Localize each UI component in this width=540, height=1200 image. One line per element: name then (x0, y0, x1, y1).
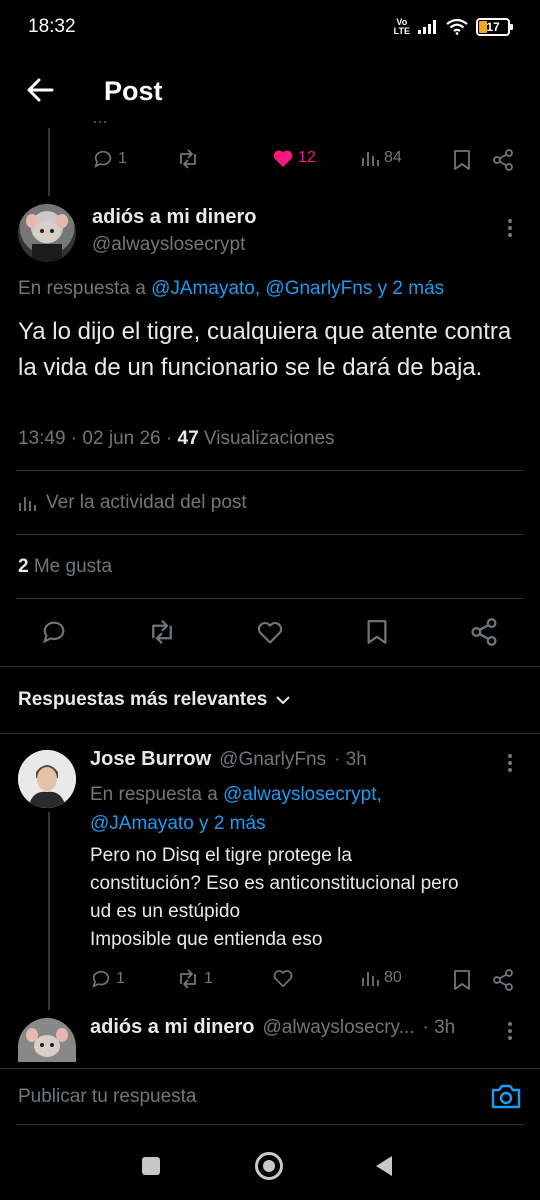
views-count: 47 (177, 428, 199, 449)
parent-like-button[interactable]: 12 (272, 148, 316, 168)
wifi-icon (446, 19, 468, 35)
camera-icon[interactable] (490, 1082, 522, 1110)
reply-views-button[interactable]: 80 (360, 968, 402, 988)
tweet-timestamp: 13:49 · 02 jun 26 · (18, 428, 173, 449)
parent-views-button[interactable]: 84 (360, 148, 402, 168)
bookmark-icon[interactable] (452, 969, 472, 991)
share-icon[interactable] (492, 969, 514, 991)
reply-author-handle[interactable]: @GnarlyFns (219, 749, 326, 771)
avatar[interactable] (18, 204, 76, 262)
more-options-icon[interactable] (506, 1021, 514, 1041)
reply-to-mentions[interactable]: @alwayslosecrypt, (223, 784, 382, 805)
thread-line (48, 128, 50, 196)
bookmark-icon[interactable] (365, 618, 389, 646)
status-icons: Vo LTE 17 (393, 17, 513, 36)
post-activity-link[interactable]: Ver la actividad del post (18, 492, 247, 514)
share-icon[interactable] (492, 149, 514, 171)
share-icon[interactable] (470, 618, 498, 646)
divider (16, 1124, 524, 1125)
reply-to-line: En respuesta a @alwayslosecrypt, @JAmaya… (90, 784, 382, 834)
author-name[interactable]: adiós a mi dinero (92, 206, 256, 229)
reply-icon (92, 970, 110, 988)
retweet-icon (180, 149, 196, 169)
retweet-icon (180, 969, 196, 989)
chevron-down-icon (276, 696, 290, 705)
reply-author-name[interactable]: adiós a mi dinero (90, 1016, 254, 1039)
divider (0, 666, 540, 667)
status-time: 18:32 (28, 16, 76, 37)
parent-reply-button[interactable]: 1 (92, 148, 127, 170)
system-nav-bar (0, 1130, 540, 1200)
tweet-text: Ya lo dijo el tigre, cualquiera que aten… (18, 318, 512, 381)
reply-to-mentions[interactable]: @JAmayato y 2 más (90, 813, 266, 834)
reply-header: Jose Burrow @GnarlyFns · 3h (90, 748, 367, 771)
tweet-meta: 13:49 · 02 jun 26 · 47 Visualizaciones (18, 428, 335, 450)
reply-icon (94, 150, 112, 168)
reply-time: · 3h (334, 749, 367, 770)
reply-retweet-button[interactable]: 1 (176, 968, 213, 990)
reply-author-name[interactable]: Jose Burrow (90, 748, 211, 771)
parent-retweet-button[interactable] (176, 148, 200, 170)
home-button[interactable] (255, 1152, 283, 1180)
thread-line (48, 812, 50, 1010)
signal-icon (418, 20, 436, 34)
divider (0, 733, 540, 734)
reply-reply-button[interactable]: 1 (90, 968, 125, 990)
reply-input[interactable]: Publicar tu respuesta (18, 1086, 197, 1108)
reply-text: Pero no Disq el tigre protege la constit… (90, 845, 459, 950)
avatar[interactable] (18, 750, 76, 808)
retweet-icon[interactable] (147, 618, 177, 646)
heart-icon (273, 970, 293, 987)
volte-indicator: Vo LTE (393, 17, 410, 36)
avatar-image (18, 750, 76, 808)
back-arrow-icon[interactable] (22, 72, 58, 108)
avatar-image (26, 214, 68, 262)
sort-replies-dropdown[interactable]: Respuestas más relevantes (18, 689, 291, 711)
reply-like-button[interactable] (272, 968, 294, 988)
heart-filled-icon (273, 150, 293, 168)
reply-to-line: En respuesta a @JAmayato, @GnarlyFns y 2… (18, 278, 445, 299)
heart-icon[interactable] (256, 619, 284, 645)
reply-icon[interactable] (40, 618, 68, 646)
views-label: Visualizaciones (203, 428, 335, 449)
back-button[interactable] (374, 1154, 394, 1178)
views-icon (362, 152, 379, 166)
recent-apps-button[interactable] (142, 1157, 160, 1175)
divider (16, 534, 524, 535)
battery-level: 17 (486, 20, 500, 34)
reply-time: · 3h (422, 1017, 456, 1038)
reply-header: adiós a mi dinero @alwayslosecry... · 3h (90, 1016, 455, 1039)
more-options-icon[interactable] (506, 218, 514, 238)
views-icon (362, 972, 379, 986)
reply-to-mentions[interactable]: @JAmayato, @GnarlyFns y 2 más (151, 278, 444, 299)
more-options-icon[interactable] (506, 753, 514, 773)
battery-icon: 17 (476, 18, 513, 36)
page-title: Post (104, 76, 163, 106)
parent-tweet-clipped-text: … (92, 120, 292, 128)
divider (16, 470, 524, 471)
avatar-image (26, 1028, 68, 1057)
reply-author-handle[interactable]: @alwayslosecry... (262, 1017, 414, 1039)
author-handle[interactable]: @alwayslosecrypt (92, 234, 245, 256)
divider (16, 598, 524, 599)
likes-summary[interactable]: 2 Me gusta (18, 556, 112, 578)
analytics-icon (19, 497, 36, 511)
avatar[interactable] (18, 1018, 76, 1062)
bookmark-icon[interactable] (452, 149, 472, 171)
